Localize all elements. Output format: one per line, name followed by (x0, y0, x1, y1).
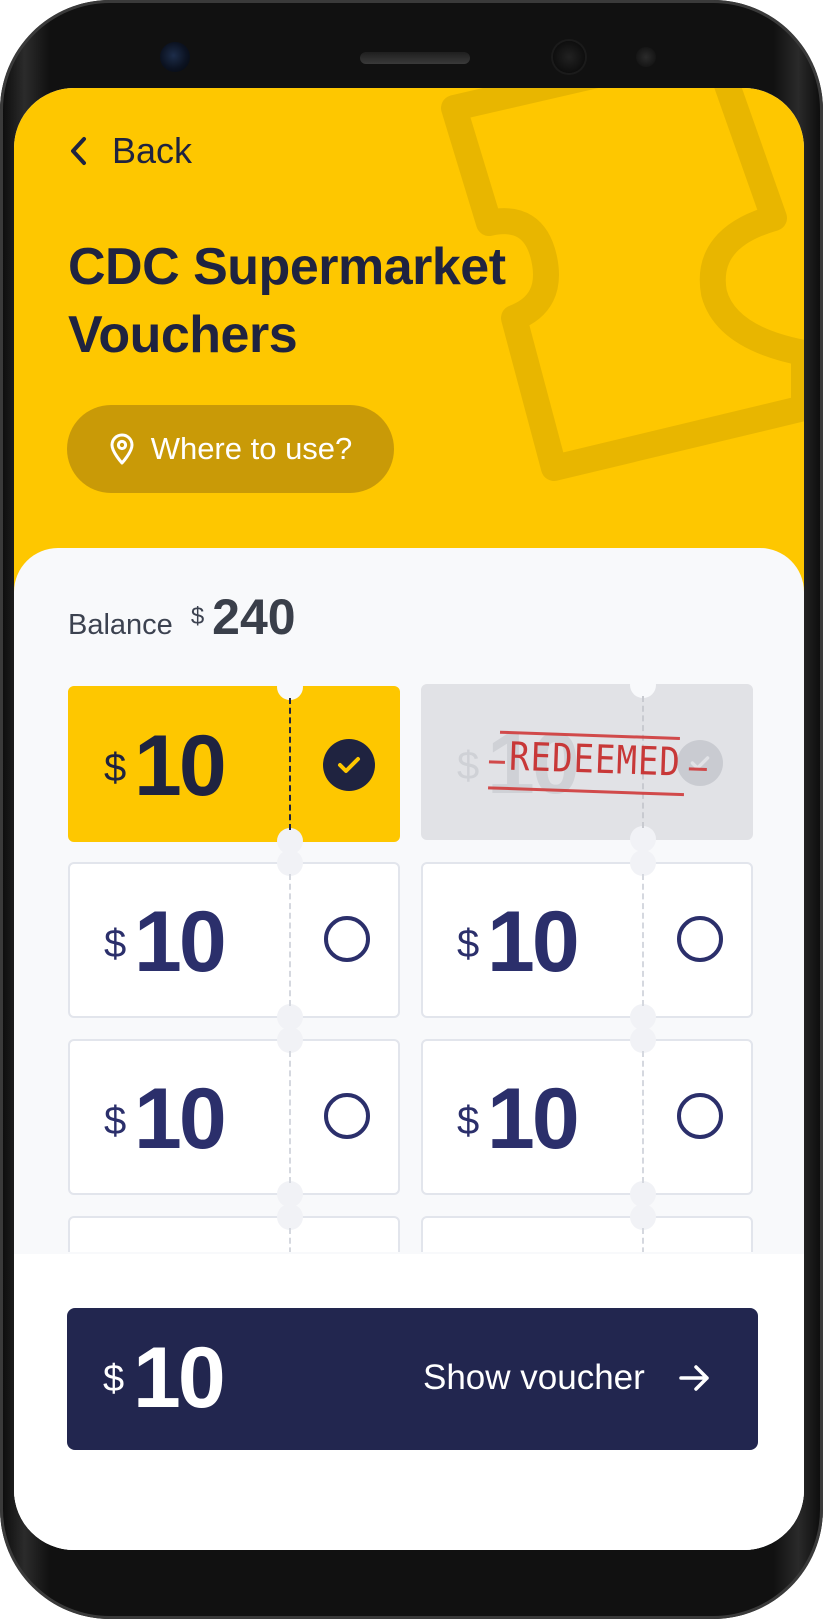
perforation (642, 874, 644, 1006)
perforation (289, 1228, 291, 1252)
perforation (289, 698, 291, 830)
selected-total-currency: $ (103, 1358, 125, 1400)
perforation (289, 874, 291, 1006)
page-title: CDC Supermarket Vouchers (68, 238, 506, 364)
radio-circle-icon[interactable] (677, 1093, 723, 1139)
earpiece-speaker (360, 52, 470, 64)
notch (277, 1204, 303, 1230)
balance-amount: 240 (212, 589, 296, 645)
arrow-right-icon (679, 1365, 709, 1391)
radio-circle-icon[interactable] (677, 916, 723, 962)
perforation (289, 1051, 291, 1183)
notch (630, 1204, 656, 1230)
iris-sensor-icon (553, 41, 585, 73)
phone-top-bezel (0, 0, 823, 100)
front-camera-icon (160, 42, 190, 72)
voucher-amount: 10 (487, 894, 580, 990)
voucher-currency: $ (104, 922, 127, 966)
voucher-card[interactable]: $ 10 (421, 1027, 753, 1207)
voucher-currency: $ (457, 922, 480, 966)
voucher-amount: 10 (134, 894, 227, 990)
header: Back CDC Supermarket Vouchers Where to u… (14, 88, 804, 608)
notch (277, 1027, 303, 1053)
proximity-sensor-icon (636, 47, 656, 67)
radio-circle-icon[interactable] (324, 916, 370, 962)
where-to-use-label: Where to use? (150, 431, 353, 466)
redeemed-stamp: REDEEMED (488, 726, 707, 799)
show-voucher-label: Show voucher (423, 1358, 645, 1397)
phone-frame: Back CDC Supermarket Vouchers Where to u… (0, 0, 823, 1619)
selected-total-amount: 10 (133, 1330, 226, 1426)
notch (277, 850, 303, 876)
voucher-card[interactable]: $ 10 (421, 850, 753, 1030)
voucher-currency: $ (457, 1099, 480, 1143)
back-button[interactable]: Back (66, 130, 192, 172)
notch (630, 678, 656, 698)
back-label: Back (112, 130, 193, 171)
balance-label: Balance (68, 609, 173, 641)
where-to-use-button[interactable]: Where to use? (67, 405, 394, 493)
balance-currency: $ (190, 603, 205, 630)
show-voucher-button[interactable]: $ 10 Show voucher (67, 1308, 758, 1450)
map-pin-icon (110, 433, 134, 465)
voucher-card-partial[interactable] (68, 1204, 400, 1252)
voucher-card[interactable]: $ 10 (68, 850, 400, 1030)
balance: Balance $ 240 (68, 588, 296, 646)
voucher-card-selected[interactable]: $ 10 (68, 678, 400, 854)
notch (630, 826, 656, 852)
voucher-currency: $ (104, 1099, 127, 1143)
voucher-amount: 10 (134, 1071, 227, 1167)
voucher-card-redeemed: $ 10 REDEEMED (421, 678, 753, 852)
voucher-currency: $ (457, 744, 480, 788)
chevron-left-icon (71, 137, 86, 165)
voucher-amount: 10 (134, 718, 227, 814)
notch (630, 850, 656, 876)
voucher-card-partial[interactable] (421, 1204, 753, 1252)
radio-circle-icon[interactable] (324, 1093, 370, 1139)
notch (277, 678, 303, 700)
voucher-grid: $ 10 $ 10 REDEEMED $ 10 $ 10 $ 10 $ 10 (14, 678, 804, 1252)
footer-bar: $ 10 Show voucher (14, 1254, 804, 1550)
voucher-currency: $ (104, 746, 127, 790)
voucher-card[interactable]: $ 10 (68, 1027, 400, 1207)
perforation (642, 1051, 644, 1183)
redeemed-stamp-text: REDEEMED (508, 734, 682, 787)
perforation (642, 1228, 644, 1252)
app-screen: Back CDC Supermarket Vouchers Where to u… (14, 88, 804, 1550)
notch (630, 1027, 656, 1053)
voucher-amount: 10 (487, 1071, 580, 1167)
checkmark-icon (323, 739, 375, 791)
